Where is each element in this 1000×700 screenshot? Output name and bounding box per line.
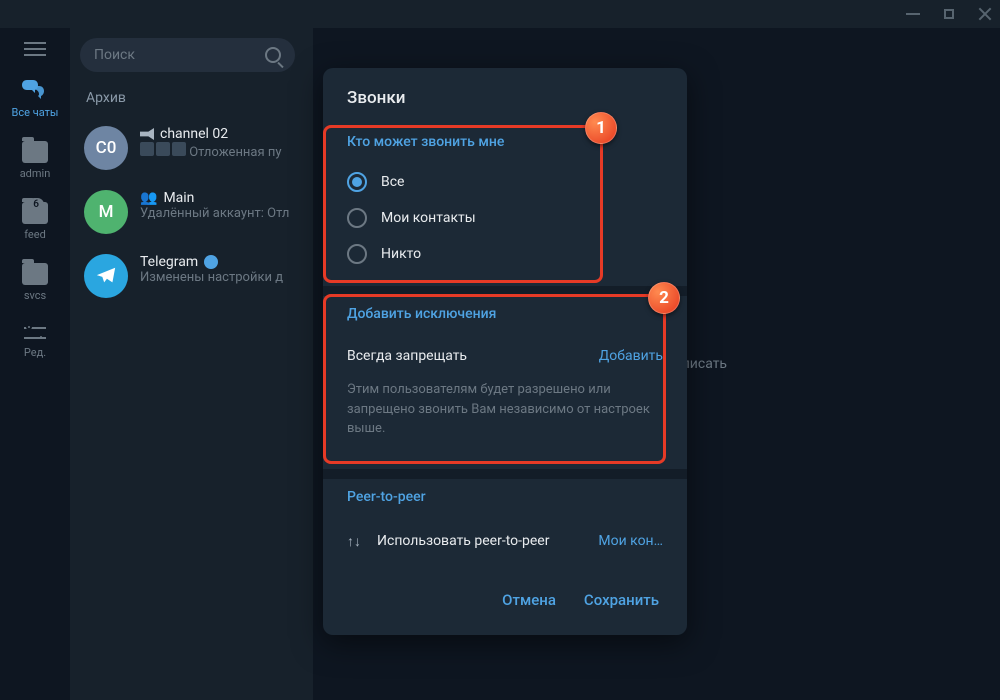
always-deny-row[interactable]: Всегда запрещать Добавить: [323, 336, 687, 376]
sliders-icon: [24, 324, 46, 342]
sidebar-item-admin[interactable]: admin: [20, 141, 51, 180]
chat-title: channel 02: [160, 126, 228, 142]
radio-nobody[interactable]: Никто: [323, 236, 687, 272]
sidebar-item-feed[interactable]: 6 feed: [22, 202, 48, 241]
thumbnails-icon: [140, 142, 186, 156]
chat-item[interactable]: C0 channel 02 Отложенная пу: [70, 116, 313, 180]
p2p-value: Мои кон…: [598, 533, 663, 549]
radio-icon: [347, 208, 367, 228]
folder-icon: [22, 141, 48, 163]
chat-icon: [21, 78, 49, 102]
sidebar-item-edit[interactable]: Ред.: [24, 324, 46, 359]
sidebar-item-label: Все чаты: [12, 106, 59, 119]
telegram-icon: [95, 265, 117, 287]
unread-badge: 6: [28, 198, 44, 211]
chat-subtitle: Изменены настройки д: [140, 270, 299, 285]
always-deny-label: Всегда запрещать: [347, 348, 467, 364]
radio-label: Все: [381, 174, 404, 190]
radio-label: Никто: [381, 246, 421, 262]
group-icon: 👥: [140, 190, 157, 206]
chat-subtitle: Отложенная пу: [189, 145, 281, 160]
close-icon[interactable]: [978, 7, 992, 21]
sidebar-item-label: admin: [20, 167, 51, 180]
search-icon: [265, 47, 281, 63]
radio-icon: [347, 172, 367, 192]
calls-settings-modal: Звонки Кто может звонить мне Все Мои кон…: [323, 68, 687, 635]
annotation-badge-1: 1: [585, 112, 617, 144]
cancel-button[interactable]: Отмена: [502, 591, 556, 609]
chat-item[interactable]: M 👥 Main Удалённый аккаунт: Отл: [70, 180, 313, 244]
radio-label: Мои контакты: [381, 210, 476, 226]
radio-icon: [347, 244, 367, 264]
chat-title: Telegram: [140, 254, 198, 270]
avatar: [84, 254, 128, 298]
channel-icon: [140, 128, 154, 140]
minimize-icon[interactable]: [906, 13, 920, 15]
search-input[interactable]: Поиск: [80, 38, 295, 72]
archive-header: Архив: [70, 82, 313, 116]
save-button[interactable]: Сохранить: [584, 591, 659, 609]
sidebar-item-label: Ред.: [24, 346, 46, 359]
avatar: C0: [84, 126, 128, 170]
add-exception-button[interactable]: Добавить: [599, 348, 663, 364]
window-titlebar: [0, 0, 1000, 28]
radio-everybody[interactable]: Все: [323, 164, 687, 200]
hamburger-icon[interactable]: [24, 42, 46, 56]
search-placeholder: Поиск: [94, 47, 135, 63]
sidebar-item-svcs[interactable]: svcs: [22, 263, 48, 302]
who-can-call-header: Кто может звонить мне: [323, 124, 687, 164]
swap-icon: ↑↓: [347, 533, 363, 549]
annotation-badge-2: 2: [648, 282, 680, 314]
chat-item[interactable]: Telegram Изменены настройки д: [70, 244, 313, 308]
maximize-icon[interactable]: [944, 9, 954, 19]
radio-my-contacts[interactable]: Мои контакты: [323, 200, 687, 236]
sidebar-item-label: feed: [24, 228, 46, 241]
sidebar-item-all-chats[interactable]: Все чаты: [12, 78, 59, 119]
folder-icon: [22, 263, 48, 285]
sidebar-rail: Все чаты admin 6 feed svcs Ред.: [0, 28, 70, 700]
p2p-label: Использовать peer-to-peer: [377, 533, 549, 549]
verified-icon: [204, 255, 218, 269]
chat-title: Main: [163, 190, 194, 206]
chat-subtitle: Удалённый аккаунт: Отл: [140, 206, 299, 221]
p2p-header: Peer-to-peer: [323, 479, 687, 519]
p2p-row[interactable]: ↑↓ Использовать peer-to-peer Мои кон…: [323, 519, 687, 563]
avatar: M: [84, 190, 128, 234]
modal-title: Звонки: [323, 68, 687, 124]
exceptions-description: Этим пользователям будет разрешено или з…: [323, 376, 687, 455]
sidebar-item-label: svcs: [24, 289, 46, 302]
exceptions-header: Добавить исключения: [323, 296, 687, 336]
chat-list-panel: Поиск Архив C0 channel 02 Отложенная пу …: [70, 28, 313, 700]
